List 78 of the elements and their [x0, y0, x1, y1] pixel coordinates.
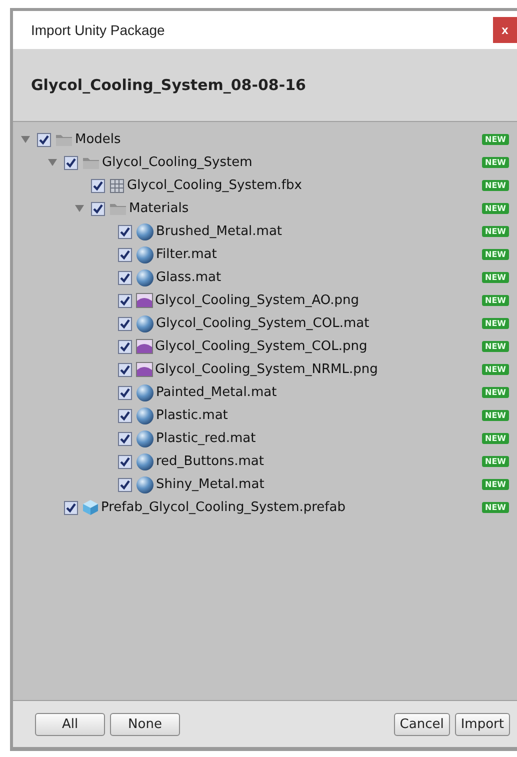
new-badge: NEW: [482, 479, 509, 490]
file-name: Glycol_Cooling_System_NRML.png: [155, 362, 378, 377]
checkbox[interactable]: [37, 132, 51, 146]
checkbox[interactable]: [118, 478, 132, 492]
file-name: Painted_Metal.mat: [156, 385, 277, 400]
checkbox[interactable]: [118, 248, 132, 262]
sphere-icon: [136, 314, 154, 332]
image-icon: [136, 362, 153, 377]
image-icon: [136, 293, 153, 308]
file-name: Glycol_Cooling_System.fbx: [127, 178, 302, 193]
checkbox[interactable]: [118, 340, 132, 354]
image-icon: [136, 339, 153, 354]
folder-icon: [109, 202, 127, 216]
new-badge: NEW: [482, 433, 509, 444]
new-badge: NEW: [482, 318, 509, 329]
new-badge: NEW: [482, 272, 509, 283]
new-badge: NEW: [482, 226, 509, 237]
cube-icon: [82, 499, 99, 516]
checkbox[interactable]: [118, 386, 132, 400]
checkbox[interactable]: [118, 408, 132, 422]
checkbox[interactable]: [118, 270, 132, 284]
file-name: Shiny_Metal.mat: [156, 477, 264, 492]
close-button[interactable]: x: [493, 17, 517, 43]
new-badge: NEW: [482, 180, 509, 191]
new-badge: NEW: [482, 341, 509, 352]
file-name: Plastic_red.mat: [156, 431, 256, 446]
sphere-icon: [136, 384, 154, 402]
new-badge: NEW: [482, 134, 509, 145]
checkbox[interactable]: [118, 432, 132, 446]
checkbox[interactable]: [91, 178, 105, 192]
file-name: Filter.mat: [156, 247, 217, 262]
sphere-icon: [136, 268, 154, 286]
file-name: Glycol_Cooling_System: [102, 155, 252, 170]
expand-arrow-icon[interactable]: [75, 204, 84, 213]
expand-arrow-icon[interactable]: [21, 135, 30, 144]
checkbox[interactable]: [64, 500, 78, 514]
checkbox[interactable]: [64, 156, 78, 170]
file-name: Plastic.mat: [156, 408, 228, 423]
grid-icon: [109, 178, 125, 194]
cancel-button[interactable]: Cancel: [394, 712, 450, 736]
import-button[interactable]: Import: [454, 712, 510, 736]
folder-icon: [82, 156, 100, 170]
sphere-icon: [136, 406, 154, 424]
file-name: Materials: [129, 201, 189, 216]
file-name: Glass.mat: [156, 270, 222, 285]
expand-arrow-icon[interactable]: [48, 158, 57, 167]
checkbox[interactable]: [118, 316, 132, 330]
new-badge: NEW: [482, 203, 509, 214]
new-badge: NEW: [482, 456, 509, 467]
new-badge: NEW: [482, 249, 509, 260]
sphere-icon: [136, 246, 154, 264]
new-badge: NEW: [482, 387, 509, 398]
window-title: Import Unity Package: [31, 22, 165, 38]
new-badge: NEW: [482, 295, 509, 306]
file-name: Glycol_Cooling_System_COL.mat: [156, 316, 370, 331]
sphere-icon: [136, 222, 154, 240]
checkbox[interactable]: [118, 224, 132, 238]
new-badge: NEW: [482, 410, 509, 421]
file-name: Models: [75, 132, 121, 147]
new-badge: NEW: [482, 157, 509, 168]
file-name: red_Buttons.mat: [156, 454, 264, 469]
file-name: Glycol_Cooling_System_AO.png: [155, 293, 360, 308]
sphere-icon: [136, 476, 154, 494]
sphere-icon: [136, 430, 154, 448]
select-none-button[interactable]: None: [110, 712, 180, 736]
file-name: Prefab_Glycol_Cooling_System.prefab: [101, 500, 346, 515]
new-badge: NEW: [482, 364, 509, 375]
checkbox[interactable]: [118, 294, 132, 308]
package-name: Glycol_Cooling_System_08-08-16: [31, 76, 306, 94]
new-badge: NEW: [482, 502, 509, 513]
checkbox[interactable]: [118, 362, 132, 376]
sphere-icon: [136, 452, 154, 470]
file-name: Glycol_Cooling_System_COL.png: [155, 339, 368, 354]
select-all-button[interactable]: All: [35, 712, 105, 736]
folder-icon: [55, 132, 73, 146]
checkbox[interactable]: [91, 202, 105, 216]
file-name: Brushed_Metal.mat: [156, 224, 282, 239]
checkbox[interactable]: [118, 454, 132, 468]
